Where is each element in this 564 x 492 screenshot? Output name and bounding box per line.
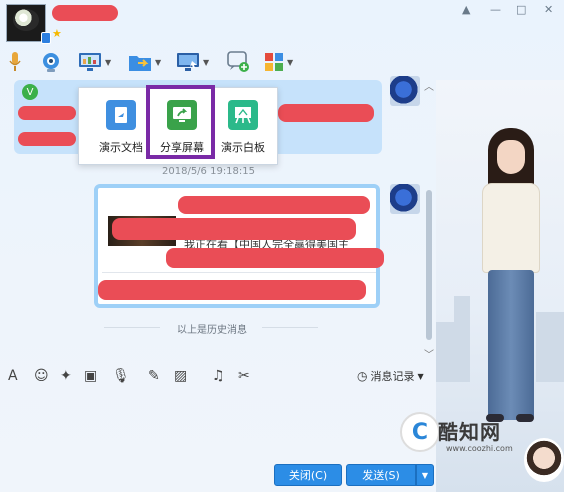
redacted-text	[98, 280, 366, 300]
vip-badge-icon: V	[22, 84, 38, 100]
star-icon: ★	[52, 27, 62, 40]
redacted-text	[166, 248, 384, 268]
close-window-button[interactable]: ✕	[544, 3, 553, 16]
whiteboard-icon	[228, 100, 258, 130]
remote-desktop-icon	[177, 53, 199, 71]
emoji-icon[interactable]: ☺	[34, 368, 49, 384]
screen-share-button[interactable]: ▼	[78, 50, 111, 74]
mobile-online-icon	[41, 32, 51, 44]
font-icon[interactable]: A	[8, 368, 18, 384]
menu-item-present-document[interactable]: 演示文档	[91, 100, 151, 155]
avatar-figure-face	[497, 140, 525, 174]
menu-item-whiteboard[interactable]: 演示白板	[213, 100, 273, 155]
avatar-figure-jeans	[488, 270, 534, 420]
create-group-button[interactable]	[226, 50, 250, 74]
screen-share-icon	[79, 53, 101, 71]
chevron-down-icon[interactable]: ▼	[105, 58, 111, 67]
create-group-icon	[227, 51, 249, 72]
avatar-figure-top	[482, 183, 540, 273]
collapse-button[interactable]: ▲	[462, 3, 470, 16]
menu-item-label: 演示白板	[221, 141, 265, 154]
edit-icon[interactable]: ✎	[148, 368, 160, 384]
gif-icon[interactable]: ▣	[84, 368, 97, 384]
image-icon[interactable]: ▨	[174, 368, 187, 384]
redacted-text	[18, 132, 76, 146]
present-document-icon	[106, 100, 136, 130]
message-scrollbar[interactable]	[424, 80, 434, 358]
clock-icon: ◷	[357, 369, 368, 383]
watermark-logo-icon: C	[400, 412, 440, 452]
minimize-button[interactable]: —	[490, 3, 501, 16]
contact-name-redacted	[52, 5, 118, 21]
chevron-down-icon: ▼	[417, 371, 424, 381]
close-button[interactable]: 关闭(C)	[274, 464, 342, 486]
chat-window: ★ ▲ — □ ✕ ▼ ▼ ▼ ▼ V ︿ 2018/5/6 19:18:15	[0, 0, 564, 492]
history-label: 以上是历史消息	[177, 325, 247, 336]
screenshot-icon[interactable]: ✂	[238, 368, 250, 384]
video-camera-icon	[43, 53, 59, 72]
highlight-box	[146, 85, 215, 159]
avatar-image	[13, 9, 39, 31]
history-record-button[interactable]: ◷ 消息记录 ▼	[357, 368, 424, 384]
city-silhouette	[536, 312, 564, 382]
chevron-down-icon[interactable]: ▼	[203, 58, 209, 67]
peer-avatar[interactable]	[390, 184, 420, 214]
chevron-down-icon[interactable]: ▼	[287, 58, 293, 67]
scrollbar-thumb[interactable]	[426, 190, 432, 340]
video-call-button[interactable]	[40, 50, 62, 74]
apps-icon	[265, 53, 283, 71]
microphone-icon	[9, 52, 21, 71]
voice-call-button[interactable]	[8, 50, 22, 74]
maximize-button[interactable]: □	[516, 3, 526, 16]
redacted-text	[278, 104, 374, 122]
watermark-url: www.coozhi.com	[446, 444, 513, 453]
send-options-dropdown[interactable]: ▼	[416, 464, 434, 486]
message-input[interactable]	[0, 388, 434, 458]
chevron-down-icon: ▼	[421, 470, 429, 480]
watermark-logo: C 酷知网 www.coozhi.com	[392, 410, 532, 462]
shake-icon[interactable]: ✦	[60, 368, 72, 384]
remote-desktop-button[interactable]: ▼	[176, 50, 209, 74]
voice-message-icon[interactable]: 🎙	[112, 368, 130, 384]
contact-avatar[interactable]	[6, 4, 51, 44]
send-button[interactable]: 发送(S)	[346, 464, 416, 486]
redacted-text	[18, 106, 76, 120]
my-avatar[interactable]	[524, 438, 564, 482]
scroll-down-arrow[interactable]: ﹀	[424, 346, 434, 361]
menu-item-label: 演示文档	[99, 141, 143, 154]
peer-avatar[interactable]	[390, 76, 420, 106]
file-transfer-icon	[129, 56, 151, 71]
city-silhouette	[454, 296, 470, 382]
file-transfer-button[interactable]: ▼	[128, 50, 161, 74]
redacted-text	[178, 196, 370, 214]
card-divider	[102, 272, 376, 273]
message-timestamp: 2018/5/6 19:18:15	[162, 166, 256, 177]
apps-button[interactable]: ▼	[264, 50, 293, 74]
history-record-label: 消息记录	[370, 370, 415, 383]
music-icon[interactable]: ♫	[212, 368, 225, 384]
redacted-text	[118, 234, 154, 240]
watermark-brand: 酷知网	[438, 420, 501, 444]
chevron-down-icon[interactable]: ▼	[155, 58, 161, 67]
